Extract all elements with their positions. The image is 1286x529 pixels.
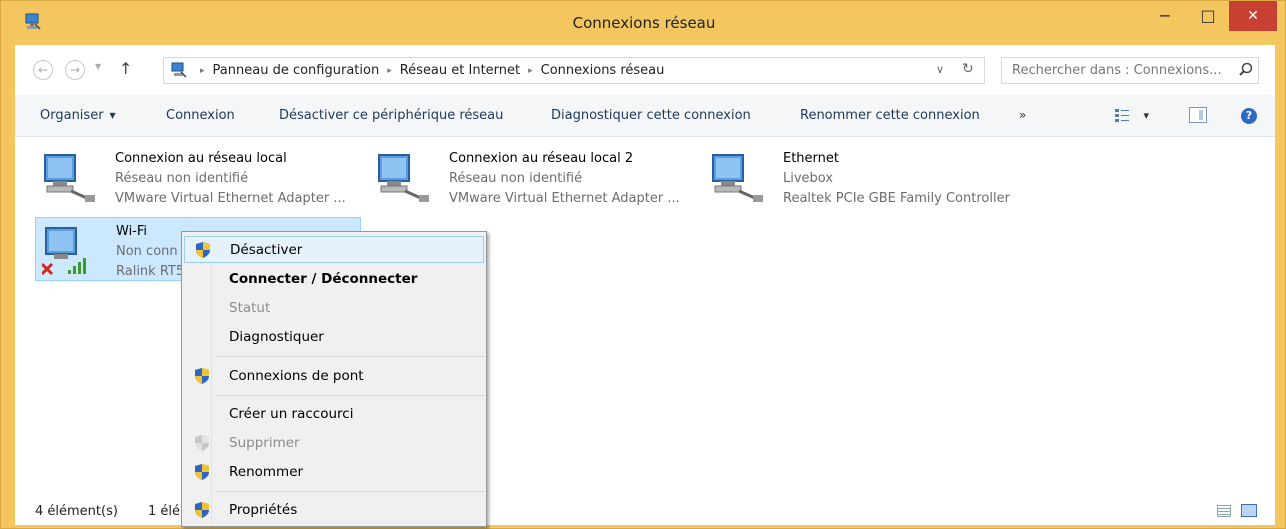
connection-item-ethernet[interactable]: Ethernet Livebox Realtek PCIe GBE Family…: [703, 145, 1029, 209]
breadcrumb-separator[interactable]: ▸: [200, 66, 205, 76]
connection-status: Non conn: [116, 244, 178, 259]
menu-item-label: Créer un raccourci: [229, 406, 354, 422]
connection-name: Connexion au réseau local 2: [449, 151, 634, 166]
menu-item-bridge-connections[interactable]: Connexions de pont: [184, 363, 484, 390]
menu-item-status[interactable]: Statut: [184, 295, 484, 322]
help-icon[interactable]: ?: [1241, 108, 1257, 124]
uac-shield-icon: [195, 435, 209, 451]
preview-pane-button[interactable]: [1189, 107, 1207, 123]
maximize-button[interactable]: □: [1187, 1, 1229, 31]
menu-item-delete[interactable]: Supprimer: [184, 430, 484, 457]
more-commands-button[interactable]: »: [1019, 108, 1026, 122]
organise-label: Organiser: [40, 108, 104, 123]
menu-separator: [216, 356, 484, 357]
tiles-view-icon[interactable]: [1241, 504, 1257, 517]
close-button[interactable]: ✕: [1229, 1, 1277, 31]
navigation-bar: ← → ▼ ↑ ▸ Panneau de configuration ▸ Réseau…: [15, 45, 1275, 95]
chevron-down-icon: ▼: [109, 111, 116, 120]
address-dropdown[interactable]: ∨: [936, 63, 944, 76]
menu-item-label: Désactiver: [230, 242, 303, 258]
connection-adapter: Ralink RT5: [116, 264, 185, 279]
menu-item-create-shortcut[interactable]: Créer un raccourci: [184, 401, 484, 428]
menu-separator: [216, 491, 484, 492]
menu-item-connect-disconnect[interactable]: Connecter / Déconnecter: [184, 266, 484, 293]
connection-status: Réseau non identifié: [115, 171, 249, 186]
title-bar[interactable]: Connexions réseau − □ ✕: [1, 1, 1286, 45]
breadcrumb-network-internet[interactable]: Réseau et Internet: [400, 63, 520, 78]
window-title: Connexions réseau: [572, 14, 716, 32]
selected-count: 1 élé: [148, 504, 181, 519]
window: Connexions réseau − □ ✕ ← → ▼ ↑ ▸ Panneau…: [0, 0, 1286, 529]
up-button[interactable]: ↑: [119, 59, 132, 78]
forward-button[interactable]: →: [65, 60, 85, 80]
connection-name: Ethernet: [783, 151, 839, 166]
uac-shield-icon: [196, 242, 210, 258]
menu-item-label: Connecter / Déconnecter: [229, 271, 418, 287]
back-button[interactable]: ←: [33, 60, 53, 80]
connection-item-local-1[interactable]: Connexion au réseau local Réseau non ide…: [35, 145, 361, 209]
refresh-icon[interactable]: ↻: [962, 61, 974, 77]
breadcrumb-network-connections[interactable]: Connexions réseau: [541, 63, 665, 78]
menu-item-properties[interactable]: Propriétés: [184, 497, 484, 524]
menu-item-label: Statut: [229, 300, 271, 316]
menu-item-label: Propriétés: [229, 502, 298, 518]
disable-device-button[interactable]: Désactiver ce périphérique réseau: [279, 108, 503, 123]
search-placeholder: Rechercher dans : Connexions...: [1012, 63, 1222, 78]
wifi-adapter-icon: [42, 227, 86, 276]
uac-shield-icon: [195, 502, 209, 518]
menu-item-diagnose[interactable]: Diagnostiquer: [184, 324, 484, 351]
view-options-icon: [1115, 109, 1129, 122]
recent-locations-dropdown[interactable]: ▼: [95, 62, 101, 71]
command-bar: Organiser ▼ Connexion Désactiver ce périp…: [15, 95, 1275, 137]
context-menu: Désactiver Connecter / Déconnecter Statu…: [181, 231, 487, 527]
network-adapter-icon: [44, 154, 95, 202]
breadcrumb-separator[interactable]: ▸: [387, 66, 392, 76]
item-count: 4 élément(s): [35, 504, 118, 519]
organise-button[interactable]: Organiser ▼: [40, 108, 116, 123]
menu-item-label: Supprimer: [229, 435, 300, 451]
address-bar[interactable]: ▸ Panneau de configuration ▸ Réseau et Inte…: [163, 57, 985, 84]
menu-item-label: Connexions de pont: [229, 368, 364, 384]
network-adapter-icon: [712, 154, 763, 202]
uac-shield-icon: [195, 368, 209, 384]
network-adapter-icon: [378, 154, 429, 202]
connexion-button[interactable]: Connexion: [166, 108, 235, 123]
breadcrumb-control-panel[interactable]: Panneau de configuration: [213, 63, 380, 78]
connection-adapter: VMware Virtual Ethernet Adapter ...: [115, 191, 346, 206]
breadcrumb: ▸ Panneau de configuration ▸ Réseau et Inte…: [192, 63, 664, 78]
menu-separator: [216, 395, 484, 396]
details-view-icon[interactable]: [1217, 505, 1231, 517]
rename-connection-button[interactable]: Renommer cette connexion: [800, 108, 980, 123]
views-dropdown-icon: ▾: [1143, 109, 1149, 122]
connection-adapter: VMware Virtual Ethernet Adapter ...: [449, 191, 680, 206]
connection-status: Réseau non identifié: [449, 171, 583, 186]
connection-item-local-2[interactable]: Connexion au réseau local 2 Réseau non i…: [369, 145, 695, 209]
diagnose-connection-button[interactable]: Diagnostiquer cette connexion: [551, 108, 751, 123]
menu-item-label: Diagnostiquer: [229, 329, 324, 345]
connection-name: Wi-Fi: [116, 224, 148, 239]
change-view-button[interactable]: ▾: [1115, 107, 1149, 123]
uac-shield-icon: [195, 464, 209, 480]
menu-item-label: Renommer: [229, 464, 304, 480]
menu-item-rename[interactable]: Renommer: [184, 459, 484, 486]
control-panel-icon: [171, 62, 187, 78]
search-input[interactable]: Rechercher dans : Connexions...: [1001, 57, 1259, 84]
connection-name: Connexion au réseau local: [115, 151, 287, 166]
minimize-button[interactable]: −: [1143, 1, 1187, 31]
breadcrumb-separator[interactable]: ▸: [528, 66, 533, 76]
connection-status: Livebox: [783, 171, 834, 186]
menu-item-disable[interactable]: Désactiver: [184, 236, 484, 263]
connection-adapter: Realtek PCIe GBE Family Controller: [783, 191, 1010, 206]
search-icon[interactable]: [1238, 62, 1254, 78]
